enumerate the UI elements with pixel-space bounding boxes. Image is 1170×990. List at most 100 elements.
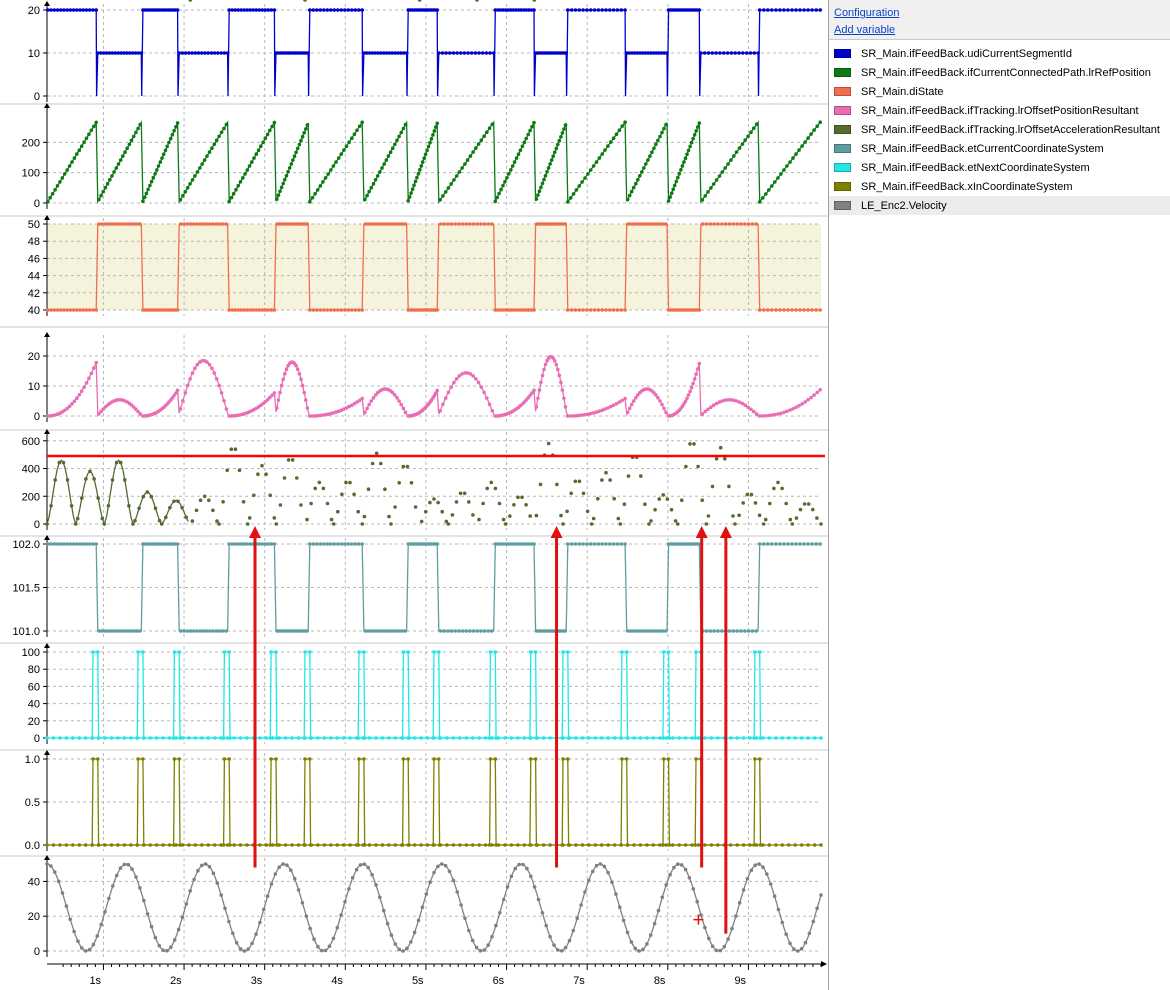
data-point	[709, 186, 713, 190]
data-point	[806, 8, 810, 12]
data-point	[562, 127, 566, 131]
data-point	[772, 894, 777, 898]
plot-area[interactable]: 0 10 20 0 100 200 40 42 44 46 48 50 0 10 20 0 200 400 600 1…	[0, 0, 828, 990]
data-point	[685, 396, 689, 401]
data-point	[566, 757, 570, 761]
data-point	[557, 373, 562, 378]
data-point	[806, 502, 811, 506]
data-point	[688, 144, 692, 149]
legend-item[interactable]: SR_Main.ifFeedBack.etCurrentCoordinateSy…	[829, 139, 1170, 158]
data-point	[596, 496, 600, 501]
data-point	[190, 371, 195, 375]
data-point	[325, 501, 330, 506]
data-point	[514, 156, 519, 160]
y-tick-label: 0.5	[25, 797, 40, 809]
data-point	[714, 457, 719, 461]
data-point	[435, 308, 440, 312]
data-point	[234, 187, 238, 192]
data-point	[548, 934, 552, 939]
data-point	[687, 876, 692, 880]
data-point	[815, 390, 819, 395]
data-point	[254, 932, 258, 936]
data-point	[360, 120, 365, 125]
data-point	[217, 522, 221, 526]
data-point	[397, 399, 401, 403]
data-point	[475, 0, 479, 2]
data-point	[222, 126, 226, 131]
data-point	[746, 222, 751, 226]
data-point	[471, 374, 475, 378]
data-point	[803, 400, 807, 404]
data-point	[485, 396, 489, 400]
data-point	[680, 498, 684, 503]
data-point	[586, 172, 590, 176]
legend-item[interactable]: SR_Main.diState	[829, 82, 1170, 101]
data-point	[517, 862, 521, 867]
data-point	[236, 542, 240, 546]
data-point	[174, 125, 178, 129]
legend-item[interactable]: SR_Main.ifFeedBack.udiCurrentSegmentId	[829, 44, 1170, 63]
data-point	[133, 518, 137, 523]
data-point	[474, 146, 478, 150]
data-point	[623, 120, 627, 124]
data-point	[476, 380, 481, 385]
data-point	[525, 866, 529, 871]
data-point	[432, 497, 436, 501]
data-point	[733, 51, 737, 55]
legend-item[interactable]: LE_Enc2.Velocity	[829, 196, 1170, 215]
data-point	[619, 843, 623, 847]
data-point	[295, 146, 300, 151]
multi-panel-chart[interactable]: 0102001002004042444648500102002004006001…	[0, 0, 828, 990]
data-point	[221, 843, 226, 847]
data-point	[80, 496, 84, 500]
data-point	[626, 474, 631, 478]
data-point	[540, 911, 545, 915]
data-point	[748, 51, 753, 55]
data-point	[490, 409, 495, 413]
data-point	[462, 51, 467, 55]
data-point	[273, 872, 278, 876]
add-variable-link[interactable]: Add variable	[834, 22, 1170, 39]
legend-item[interactable]: SR_Main.ifFeedBack.xInCoordinateSystem	[829, 177, 1170, 196]
legend-item[interactable]: SR_Main.ifFeedBack.ifTracking.lrOffsetAc…	[829, 120, 1170, 139]
data-point	[221, 629, 225, 633]
data-point	[264, 472, 268, 477]
data-point	[797, 403, 801, 408]
data-point	[83, 949, 88, 953]
configuration-link[interactable]: Configuration	[834, 5, 1170, 22]
data-point	[573, 308, 578, 312]
data-point	[49, 8, 53, 12]
legend-item[interactable]: SR_Main.ifFeedBack.etNextCoordinateSyste…	[829, 158, 1170, 177]
data-point	[564, 51, 568, 55]
data-point	[700, 498, 704, 503]
data-point	[151, 175, 156, 180]
y-tick-label: 0	[34, 411, 40, 423]
data-point	[357, 650, 361, 654]
data-point	[311, 308, 316, 312]
data-point	[780, 736, 785, 740]
y-tick-label: 40	[28, 305, 40, 317]
data-point	[811, 507, 815, 512]
data-point	[560, 843, 564, 847]
data-point	[367, 189, 372, 194]
data-point	[664, 843, 668, 847]
data-point	[400, 736, 405, 740]
data-point	[88, 469, 92, 474]
data-point	[474, 945, 479, 950]
data-point	[329, 542, 333, 546]
data-point	[696, 843, 701, 847]
data-point	[296, 888, 301, 892]
data-point	[534, 736, 539, 740]
data-point	[178, 197, 183, 202]
data-point	[583, 890, 587, 894]
data-point	[64, 736, 69, 740]
data-point	[437, 736, 442, 740]
data-point	[192, 877, 196, 882]
data-point	[463, 162, 467, 166]
data-point	[62, 542, 66, 546]
data-point	[94, 542, 98, 546]
legend-item[interactable]: SR_Main.ifFeedBack.ifCurrentConnectedPat…	[829, 63, 1170, 82]
data-point	[229, 447, 234, 452]
legend-item[interactable]: SR_Main.ifFeedBack.ifTracking.lrOffsetPo…	[829, 101, 1170, 120]
data-point	[714, 948, 719, 953]
